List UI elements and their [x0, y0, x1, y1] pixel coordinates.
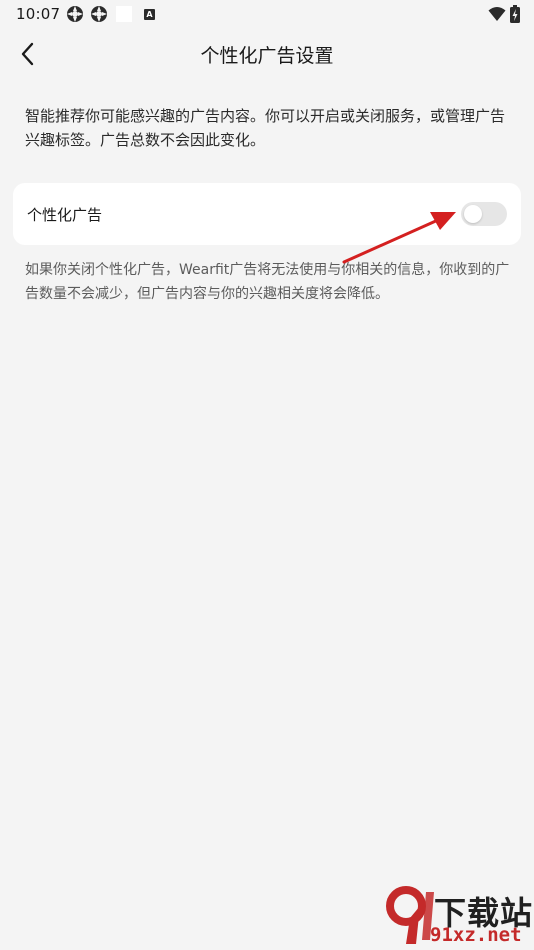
status-icons-right — [488, 5, 520, 23]
personalized-ads-card: 个性化广告 — [13, 183, 521, 245]
watermark-domain: 91xz.net — [430, 924, 522, 946]
nav-bar: 个性化广告设置 — [0, 28, 534, 80]
wifi-icon — [488, 6, 506, 22]
description-text: 如果你关闭个性化广告，Wearfit广告将无法使用与你相关的信息，你收到的广告数… — [25, 262, 510, 302]
vpn-key-icon — [90, 5, 108, 23]
status-time: 10:07 — [16, 5, 61, 23]
intro-text: 智能推荐你可能感兴趣的广告内容。你可以开启或关闭服务，或管理广告兴趣标签。广告总… — [25, 107, 506, 149]
page-title: 个性化广告设置 — [200, 45, 334, 67]
toggle-knob — [464, 205, 482, 223]
status-icons-left: A — [66, 5, 155, 23]
personalized-ads-label: 个性化广告 — [27, 206, 103, 224]
personalized-ads-toggle[interactable] — [461, 202, 507, 226]
blank-notification-icon — [116, 6, 132, 22]
status-bar: 10:07 A — [0, 0, 534, 28]
a-badge-icon: A — [144, 8, 155, 20]
watermark: 下载站 91xz.net — [386, 884, 534, 950]
battery-charging-icon — [510, 5, 520, 23]
watermark-logo-icon — [386, 886, 434, 944]
vpn-key-icon — [66, 5, 84, 23]
